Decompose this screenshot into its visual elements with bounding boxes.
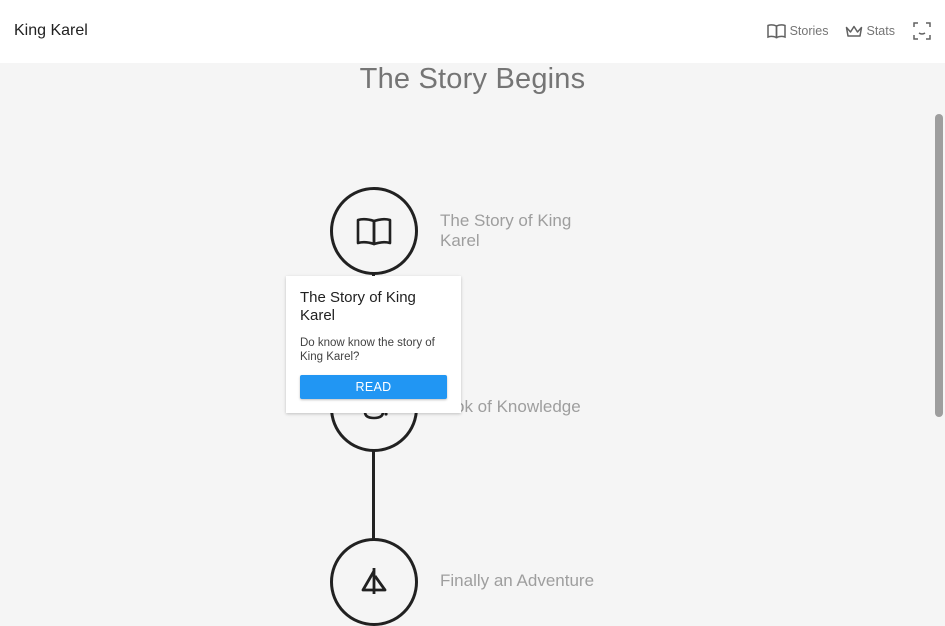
timeline-connector — [372, 451, 375, 540]
nav-bar: Stories Stats — [751, 22, 931, 40]
app-bar: King Karel Stories Stats — [0, 0, 945, 63]
crown-icon — [845, 25, 862, 37]
read-button[interactable]: READ — [300, 375, 447, 399]
app-title: King Karel — [14, 22, 88, 39]
popup-title: The Story of King Karel — [300, 289, 416, 324]
popup-description: Do know know the story of King Karel? — [300, 337, 435, 363]
nav-stats-button[interactable]: Stats — [845, 24, 896, 38]
nav-stories-button[interactable]: Stories — [766, 23, 829, 39]
scrollbar-thumb[interactable] — [935, 114, 943, 417]
fullscreen-icon — [913, 22, 931, 40]
nav-stories-label: Stories — [789, 24, 829, 38]
story-label-1[interactable]: The Story of King Karel — [440, 211, 600, 251]
sailboat-icon — [361, 568, 387, 594]
story-popup: The Story of King Karel Do know know the… — [286, 276, 461, 413]
page-title: The Story Begins — [359, 63, 586, 95]
fullscreen-button[interactable] — [913, 22, 931, 40]
book-icon — [766, 24, 786, 39]
nav-stats-label: Stats — [866, 24, 896, 38]
story-node-3[interactable] — [330, 538, 418, 626]
story-node-1[interactable] — [330, 187, 418, 275]
story-label-3[interactable]: Finally an Adventure — [440, 571, 640, 591]
book-icon — [356, 217, 392, 246]
story-label-2[interactable]: ok of Knowledge — [455, 397, 625, 417]
